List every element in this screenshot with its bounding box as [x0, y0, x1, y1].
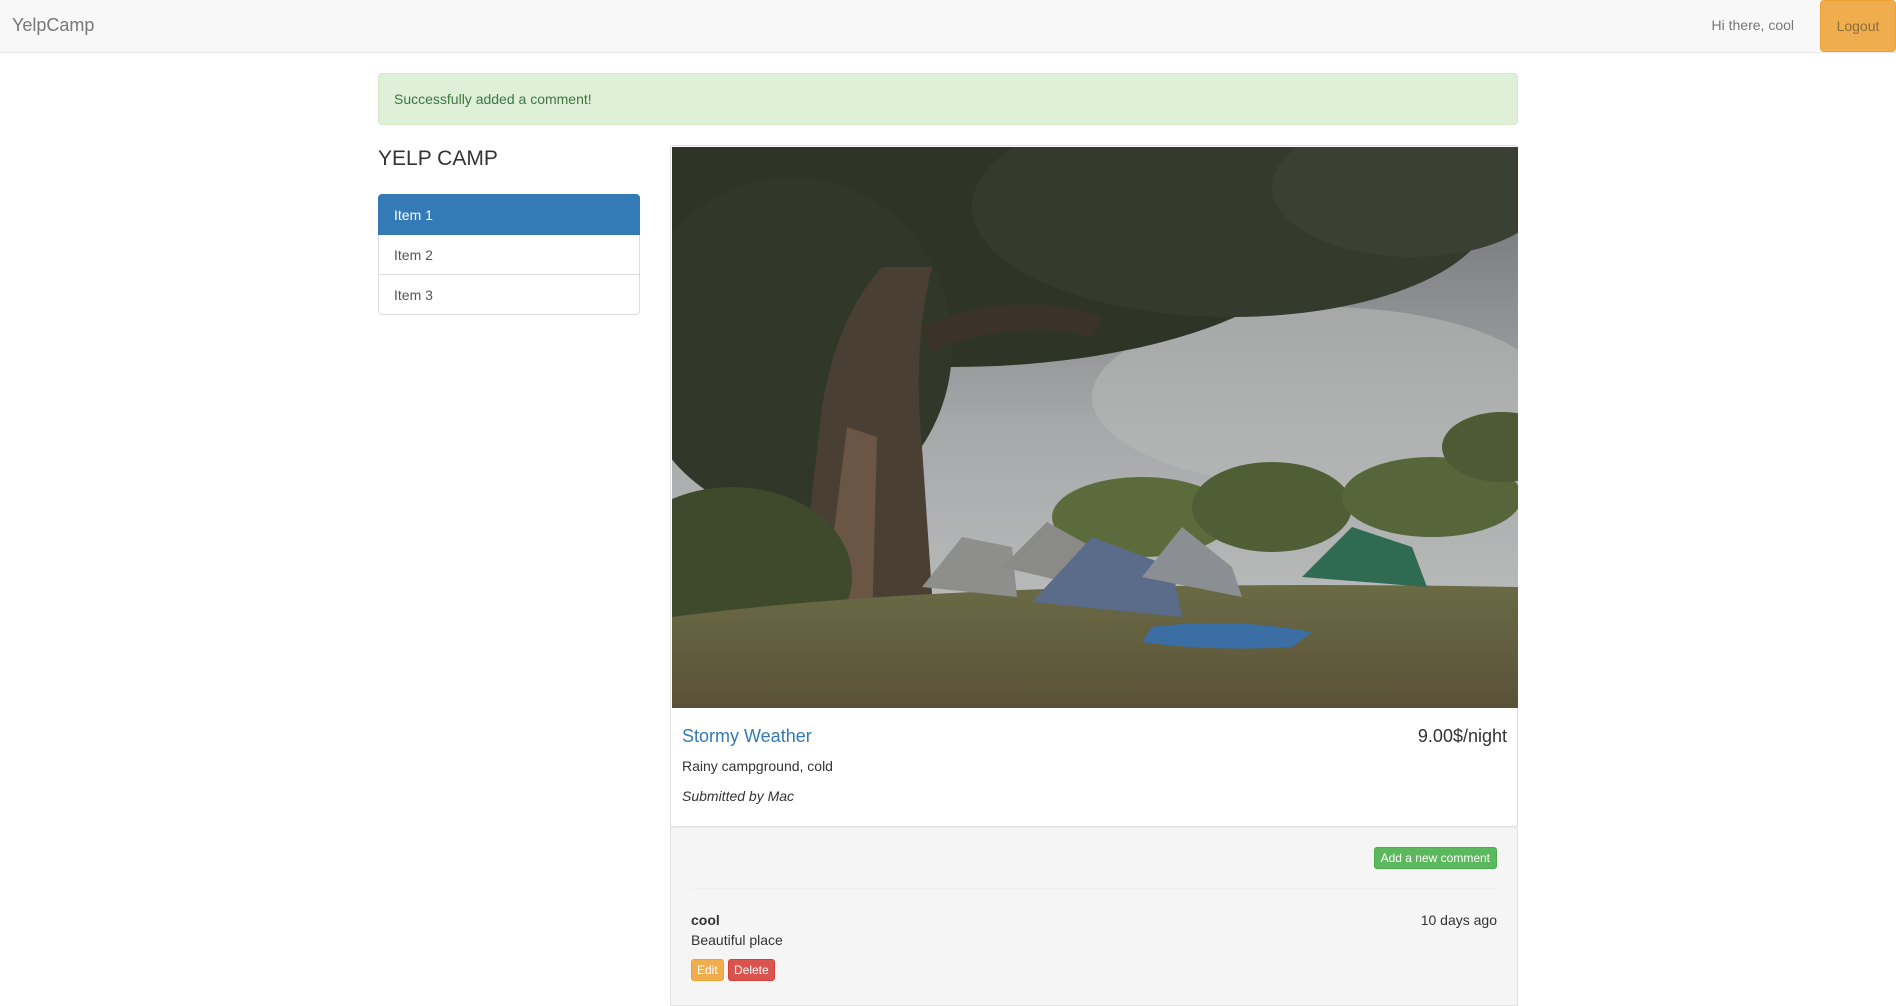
- delete-comment-button[interactable]: Delete: [728, 959, 775, 981]
- comment-author: cool: [691, 912, 720, 928]
- comments-divider: [691, 888, 1497, 889]
- submitted-by: Submitted by Mac: [682, 788, 795, 804]
- campground-thumbnail: Stormy Weather 9.00$/night Rainy campgro…: [670, 145, 1518, 827]
- edit-comment-button[interactable]: Edit: [691, 959, 724, 981]
- comment-text: Beautiful place: [691, 932, 783, 948]
- comment-timestamp: 10 days ago: [1420, 912, 1497, 928]
- sidebar-item-3[interactable]: Item 3: [378, 274, 640, 315]
- sidebar-heading: YELP CAMP: [378, 147, 498, 170]
- success-alert: Successfully added a comment!: [378, 73, 1518, 125]
- campground-photo: [672, 147, 1518, 708]
- sidebar-item-2[interactable]: Item 2: [378, 234, 640, 275]
- sidebar-list: Item 1 Item 2 Item 3: [378, 194, 640, 315]
- campground-description: Rainy campground, cold: [682, 758, 833, 774]
- comments-well: Add a new comment cool 10 days ago Beaut…: [670, 826, 1518, 1006]
- campground-name-link[interactable]: Stormy Weather: [682, 726, 812, 747]
- sidebar-item-1[interactable]: Item 1: [378, 194, 640, 235]
- campground-price: 9.00$/night: [1417, 726, 1507, 746]
- logout-button[interactable]: Logout: [1820, 0, 1896, 52]
- user-greeting: Hi there, cool: [1711, 17, 1794, 33]
- navbar: YelpCamp Hi there, cool Logout: [0, 0, 1896, 53]
- add-comment-button[interactable]: Add a new comment: [1373, 847, 1497, 869]
- brand-link[interactable]: YelpCamp: [12, 15, 94, 36]
